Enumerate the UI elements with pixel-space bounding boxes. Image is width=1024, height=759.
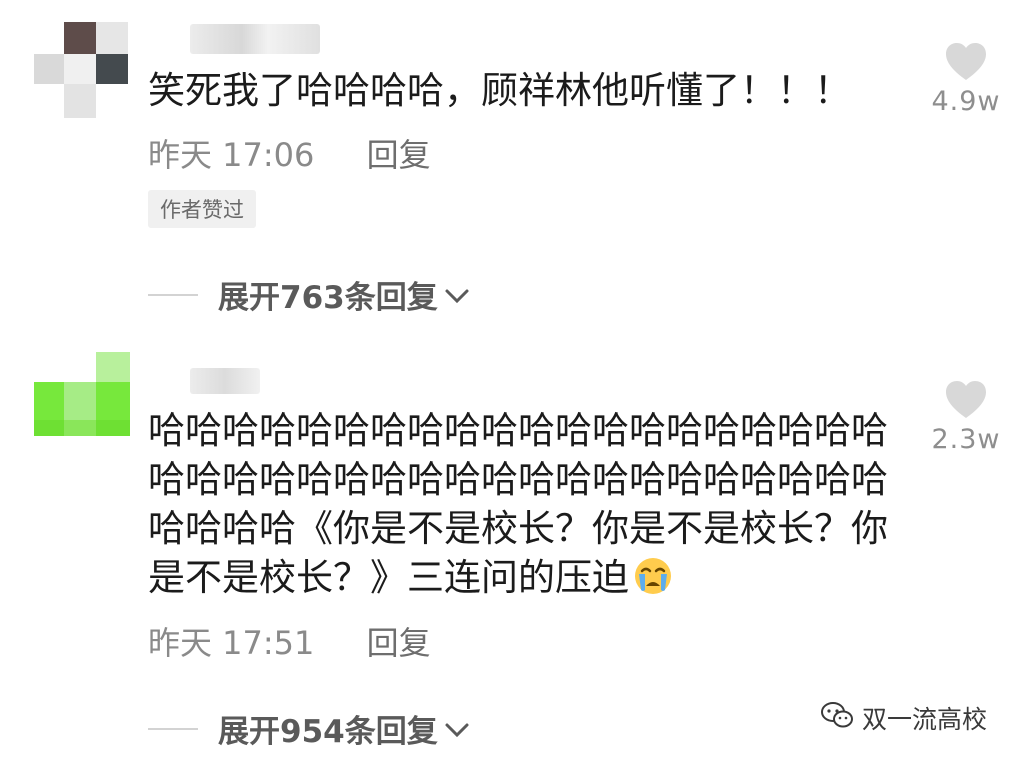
like-count: 2.3w [931,424,1001,455]
comment-meta: 昨天 17:06 回复 [148,130,431,176]
watermark-text: 双一流高校 [862,705,988,734]
like-button[interactable]: 2.3w [926,380,1006,455]
comment-text-content: 哈哈哈哈哈哈哈哈哈哈哈哈哈哈哈哈哈哈哈哈哈哈哈哈哈哈哈哈哈哈哈哈哈哈哈哈哈哈哈哈… [148,409,888,599]
expand-replies-label: 展开954条回复 [218,714,438,750]
divider-line [148,727,198,730]
comment-text: 哈哈哈哈哈哈哈哈哈哈哈哈哈哈哈哈哈哈哈哈哈哈哈哈哈哈哈哈哈哈哈哈哈哈哈哈哈哈哈哈… [148,406,896,608]
username[interactable] [190,368,260,394]
watermark: 双一流高校 [820,700,987,736]
reply-button[interactable]: 回复 [367,618,431,664]
divider-line [148,293,198,296]
like-count: 4.9w [931,86,1001,117]
expand-replies-button[interactable]: 展开763条回复 [148,272,470,317]
author-liked-badge: 作者赞过 [148,190,256,228]
comment-time: 昨天 17:06 [148,136,315,174]
comment-time: 昨天 17:51 [148,624,315,662]
expand-replies-button[interactable]: 展开954条回复 [148,706,470,751]
expand-replies-label: 展开763条回复 [218,280,438,316]
chevron-down-icon [444,711,470,747]
avatar[interactable] [34,352,130,448]
chevron-down-icon [444,277,470,313]
heart-icon [926,380,1006,420]
like-button[interactable]: 4.9w [926,42,1006,117]
comment-meta: 昨天 17:51 回复 [148,618,431,664]
heart-icon [926,42,1006,82]
comment-item: 哈哈哈哈哈哈哈哈哈哈哈哈哈哈哈哈哈哈哈哈哈哈哈哈哈哈哈哈哈哈哈哈哈哈哈哈哈哈哈哈… [0,330,1024,759]
username[interactable] [190,24,320,54]
avatar[interactable] [34,22,130,118]
comment-item: 笑死我了哈哈哈哈，顾祥林他听懂了！！！ 昨天 17:06 回复 作者赞过 4.9… [0,0,1024,330]
comment-text: 笑死我了哈哈哈哈，顾祥林他听懂了！！！ [148,69,851,112]
crying-face-icon [633,556,673,608]
reply-button[interactable]: 回复 [367,130,431,176]
wechat-icon [820,700,862,736]
